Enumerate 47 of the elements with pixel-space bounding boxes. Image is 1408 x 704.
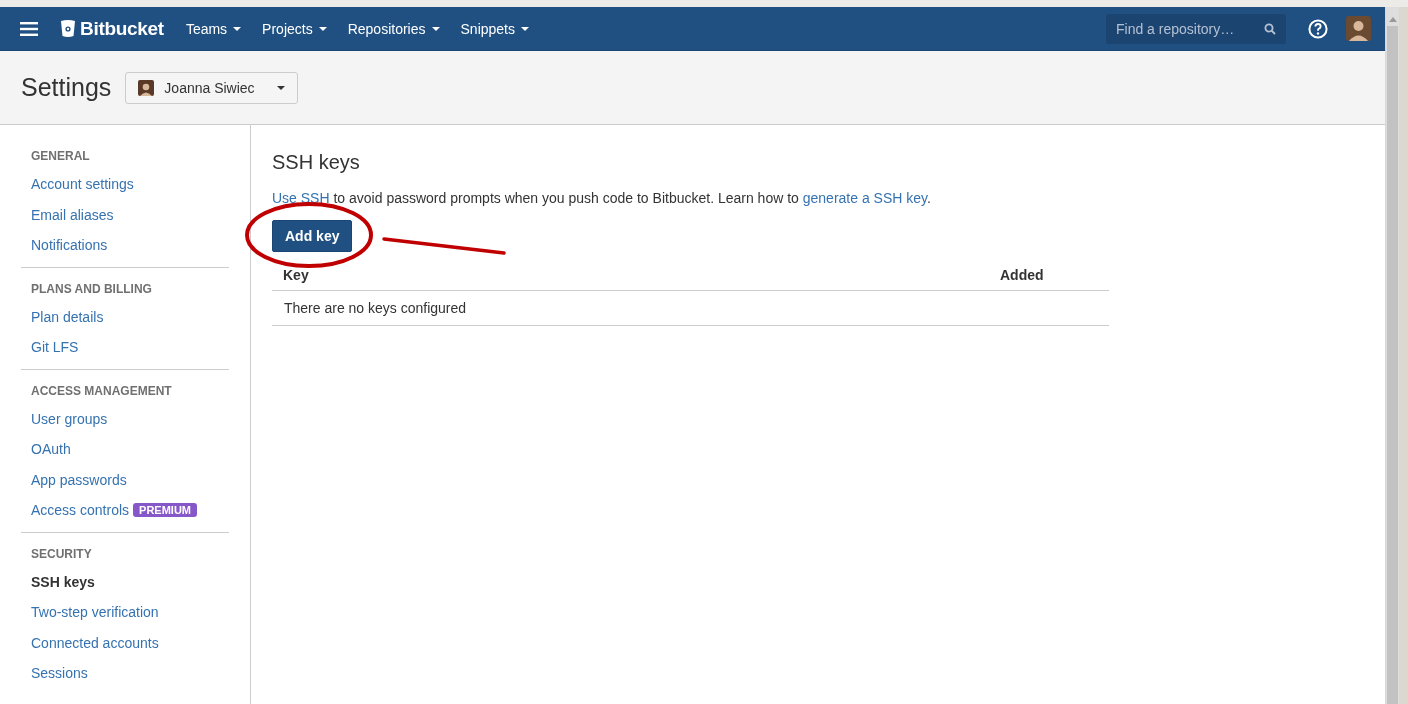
page-title: Settings [21,73,112,102]
sidebar-item[interactable]: Account settings [31,176,134,193]
section-heading: SECURITY [30,545,93,563]
avatar-icon [138,79,155,96]
sidebar-item[interactable]: Email aliases [31,206,114,223]
sidebar-item[interactable]: App passwords [31,471,127,488]
nav-menu[interactable]: Snippets [452,20,538,37]
section-heading: PLANS AND BILLING [30,280,153,298]
sidebar-item[interactable]: SSH keys [31,573,95,590]
link[interactable]: Use SSH [272,190,330,206]
add-key-button[interactable]: Add key [272,220,353,252]
description-text: Use SSH to avoid password prompts when you push code to Bitbucket. Learn how to generate a SSH key. [272,190,932,206]
caret-icon [431,26,440,31]
sidebar-item[interactable]: Notifications [31,237,108,254]
caret-icon [318,26,327,31]
sidebar-item[interactable]: Two-step verification [31,604,159,621]
section-title: SSH keys [272,151,361,174]
nav-menu[interactable]: Teams [177,20,251,37]
section-heading: ACCESS MANAGEMENT [30,382,173,400]
nav-menu[interactable]: Projects [254,20,336,37]
sidebar-item[interactable]: User groups [31,410,108,427]
sidebar-item[interactable]: Git LFS [31,339,79,356]
premium-badge: PREMIUM [133,503,197,518]
help-icon[interactable] [1308,18,1328,39]
sidebar-item[interactable]: Plan details [31,308,104,325]
link[interactable]: generate a SSH key [802,190,927,206]
column-header: Added [989,260,1109,291]
menu-icon[interactable] [20,21,38,36]
search-field[interactable]: Find a repository… [1106,13,1286,44]
account-dropdown[interactable]: Joanna Siwiec [125,71,298,104]
empty-message: There are no keys configured [272,290,1109,326]
search-icon [1264,22,1276,35]
caret-icon [521,26,529,31]
section-heading: GENERAL [30,148,91,165]
sidebar-item[interactable]: OAuth [31,441,71,458]
column-header: Key [272,260,989,291]
nav-menu[interactable]: Repositories [339,20,449,37]
scrollbar[interactable] [1386,7,1399,704]
sidebar-item[interactable]: Access controls [31,502,130,519]
caret-icon [233,26,242,31]
avatar-icon[interactable] [1346,16,1371,41]
scroll-up-icon [1388,17,1397,22]
sidebar-item[interactable]: Sessions [31,665,88,682]
logo[interactable]: Bitbucket [60,17,164,40]
caret-icon [276,85,285,90]
sidebar-item[interactable]: Connected accounts [31,634,159,651]
bucket-icon [60,19,76,38]
